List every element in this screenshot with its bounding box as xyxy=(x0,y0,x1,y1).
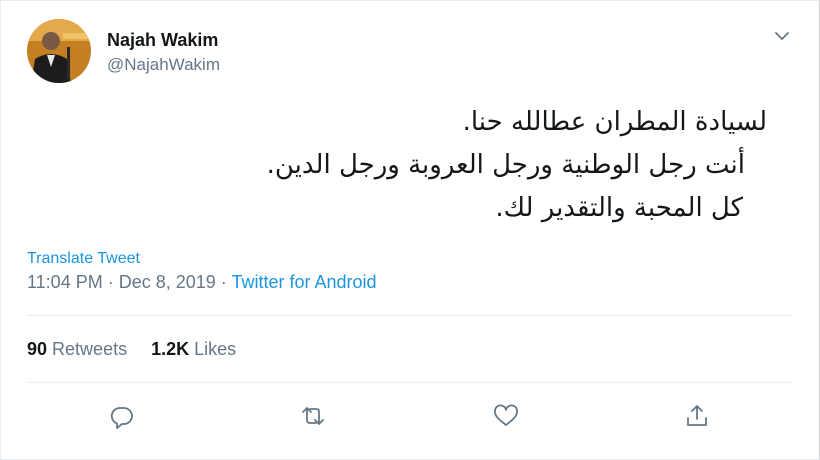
tweet-date[interactable]: Dec 8, 2019 xyxy=(119,272,216,292)
reply-icon[interactable] xyxy=(108,402,136,430)
translate-tweet-link[interactable]: Translate Tweet xyxy=(27,250,140,268)
meta-separator: · xyxy=(215,272,232,292)
likes-label: Likes xyxy=(194,339,237,359)
display-name[interactable]: Najah Wakim xyxy=(107,30,218,51)
tweet-line: لسيادة المطران عطالله حنا. xyxy=(462,107,767,137)
tweet-line: أنت رجل الوطنية ورجل العروبة ورجل الدين. xyxy=(266,150,745,180)
likes-stat[interactable]: 1.2K Likes xyxy=(151,339,236,360)
engagement-stats: 90 Retweets 1.2K Likes xyxy=(27,339,260,360)
user-handle[interactable]: @NajahWakim xyxy=(107,55,220,75)
likes-count: 1.2K xyxy=(151,339,190,359)
tweet-time[interactable]: 11:04 PM xyxy=(27,272,103,292)
retweets-count: 90 xyxy=(27,339,48,359)
tweet-metadata: 11:04 PM · Dec 8, 2019 · Twitter for And… xyxy=(27,272,377,293)
heart-icon[interactable] xyxy=(492,402,520,430)
retweets-stat[interactable]: 90 Retweets xyxy=(27,339,127,360)
tweet-source-link[interactable]: Twitter for Android xyxy=(231,272,376,292)
divider xyxy=(27,382,793,383)
chevron-down-icon[interactable] xyxy=(771,25,793,47)
share-icon[interactable] xyxy=(683,402,711,430)
tweet-line: كل المحبة والتقدير لك. xyxy=(495,193,743,223)
meta-separator: · xyxy=(102,272,119,292)
divider xyxy=(27,315,793,316)
avatar[interactable] xyxy=(27,19,91,83)
tweet-text: لسيادة المطران عطالله حنا. أنت رجل الوطن… xyxy=(87,101,767,230)
retweet-icon[interactable] xyxy=(299,402,327,430)
tweet-card: Najah Wakim @NajahWakim لسيادة المطران ع… xyxy=(0,0,820,460)
retweets-label: Retweets xyxy=(52,339,128,359)
